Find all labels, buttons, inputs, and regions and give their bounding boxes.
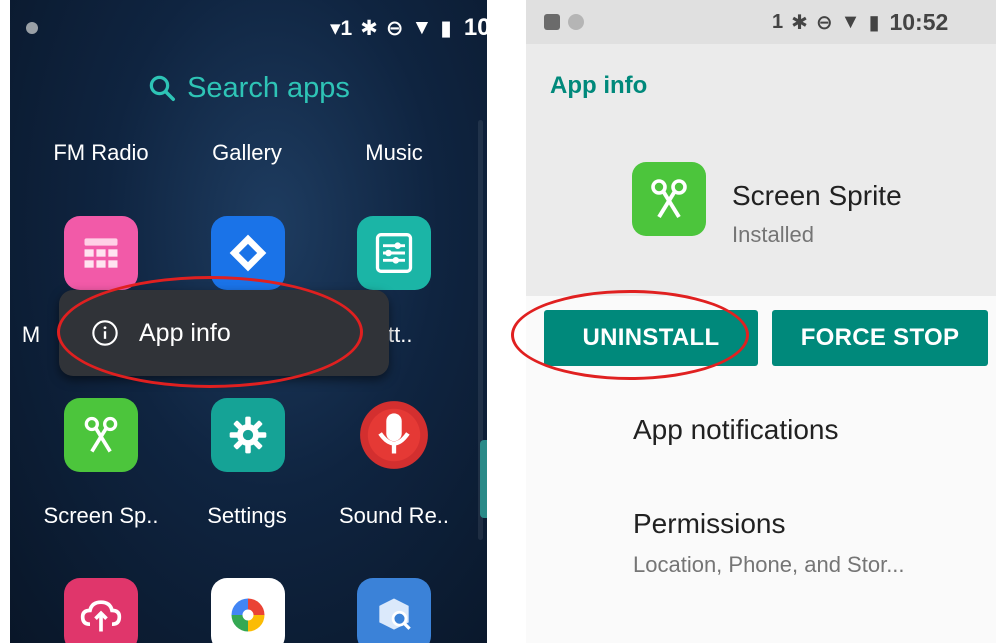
highlight-ellipse-app-info <box>57 276 363 388</box>
app-label-screen-sprite[interactable]: Screen Sp.. <box>31 503 171 529</box>
app-label-settings[interactable]: Settings <box>177 503 317 529</box>
search-apps-label: Search apps <box>187 71 350 104</box>
colorful-swirl-icon[interactable] <box>211 578 285 643</box>
scissors-icon[interactable] <box>64 398 138 472</box>
search-box-icon[interactable] <box>357 578 431 643</box>
gear-icon[interactable] <box>211 398 285 472</box>
do-not-disturb-icon: ⊖ <box>815 11 833 34</box>
battery-icon: ▮ <box>868 11 880 34</box>
status-icons: ▾1 ✱ ⊖ ▼ ▮ 10:51 <box>330 14 487 42</box>
highlight-ellipse-uninstall <box>511 290 749 380</box>
app-header: App info Screen Sprite Installed <box>526 44 996 296</box>
battery-icon: ▮ <box>440 16 452 40</box>
clock: 10:51 <box>463 14 487 41</box>
wifi-icon: ▼ <box>411 16 433 39</box>
clock: 10:52 <box>889 8 949 35</box>
app-notifications-item[interactable]: App notifications <box>633 414 838 446</box>
page-title: App info <box>550 72 648 99</box>
microphone-icon[interactable] <box>357 398 431 472</box>
bluetooth-icon: ✱ <box>360 16 378 40</box>
wifi-icon: ▼ <box>840 10 861 33</box>
app-label-gallery[interactable]: Gallery <box>177 140 317 166</box>
permissions-summary: Location, Phone, and Stor... <box>633 552 905 577</box>
status-bar: 1 ✱ ⊖ ▼ ▮ 10:52 <box>526 0 996 44</box>
image-notification-icon <box>544 14 560 30</box>
permissions-item[interactable]: Permissions <box>633 508 785 540</box>
bluetooth-icon: ✱ <box>791 11 808 34</box>
app-label-music[interactable]: Music <box>324 140 464 166</box>
app-name: Screen Sprite <box>732 180 902 211</box>
scissors-icon <box>632 162 706 236</box>
status-bar: ▾1 ✱ ⊖ ▼ ▮ 10:51 <box>10 0 487 56</box>
search-apps-bar[interactable]: Search apps <box>10 64 487 112</box>
app-install-status: Installed <box>732 222 814 247</box>
status-icons: 1 ✱ ⊖ ▼ ▮ 10:52 <box>772 8 948 36</box>
sliders-settings-icon[interactable] <box>357 216 431 290</box>
notification-dot-icon <box>568 14 584 30</box>
app-label-fm-radio[interactable]: FM Radio <box>31 140 171 166</box>
cloud-upload-icon[interactable] <box>64 578 138 643</box>
app-drawer-screen: ▾1 ✱ ⊖ ▼ ▮ 10:51 Search apps FM Radio Ga… <box>10 0 487 643</box>
force-stop-button[interactable]: FORCE STOP <box>772 310 988 366</box>
sim-signal-icon: ▾1 <box>330 16 353 40</box>
calculator-grid-icon[interactable] <box>64 216 138 290</box>
do-not-disturb-icon: ⊖ <box>385 16 404 40</box>
search-icon <box>149 75 176 101</box>
app-label-sound-recorder[interactable]: Sound Re.. <box>324 503 464 529</box>
edge-panel-handle[interactable] <box>480 440 487 518</box>
notification-dot-icon <box>26 22 38 34</box>
sim-signal-icon: 1 <box>772 10 784 33</box>
